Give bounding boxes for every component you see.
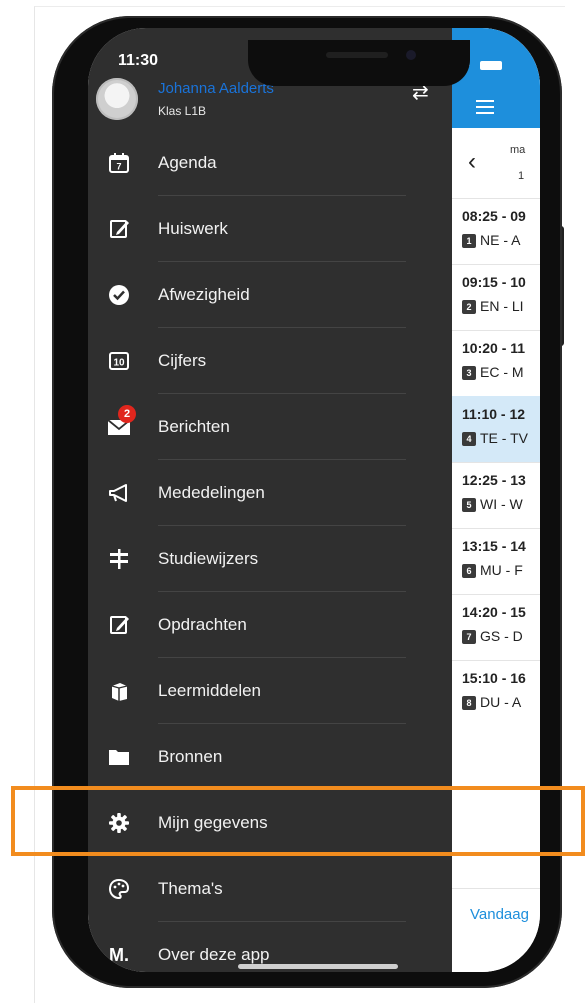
grades-icon: 10 <box>106 348 132 374</box>
folder-icon <box>106 744 132 770</box>
lesson-subject: WI - W <box>480 496 523 512</box>
menu-item-label: Mededelingen <box>158 483 265 502</box>
lesson-time: 14:20 - 15 <box>462 604 526 620</box>
lesson-subject: NE - A <box>480 232 521 248</box>
svg-text:10: 10 <box>113 358 125 369</box>
menu-item-afwezigheid[interactable]: Afwezigheid <box>88 262 452 328</box>
menu-item-label: Afwezigheid <box>158 285 250 304</box>
lesson-time: 15:10 - 16 <box>462 670 526 686</box>
menu-item-themas[interactable]: Thema's <box>88 856 452 922</box>
lesson-hour-badge: 2 <box>462 300 476 314</box>
lesson-hour-badge: 6 <box>462 564 476 578</box>
lesson-subject: EC - M <box>480 364 524 380</box>
calendar-icon: 7 <box>106 150 132 176</box>
lesson-hour-badge: 7 <box>462 630 476 644</box>
lesson-slot[interactable]: 12:25 - 13 5 WI - W <box>452 462 540 529</box>
lesson-slot[interactable]: 14:20 - 15 7 GS - D <box>452 594 540 661</box>
check-circle-icon <box>106 282 132 308</box>
phone-notch <box>248 40 470 86</box>
lesson-time: 11:10 - 12 <box>462 406 526 422</box>
menu-item-label: Leermiddelen <box>158 681 262 700</box>
menu-item-label: Berichten <box>158 417 230 436</box>
lesson-slot[interactable]: 09:15 - 10 2 EN - LI <box>452 264 540 331</box>
menu-item-agenda[interactable]: 7 Agenda <box>88 130 452 196</box>
unread-badge: 2 <box>118 405 136 423</box>
signpost-icon <box>106 546 132 572</box>
svg-text:7: 7 <box>116 162 121 172</box>
menu-item-label: Cijfers <box>158 351 207 370</box>
lesson-slot[interactable]: 08:25 - 09 1 NE - A <box>452 198 540 265</box>
lesson-subject: DU - A <box>480 694 522 710</box>
lesson-hour-badge: 3 <box>462 366 476 380</box>
user-class: Klas L1B <box>158 104 207 118</box>
edit-icon <box>106 612 132 638</box>
megaphone-icon <box>106 480 132 506</box>
lesson-time: 09:15 - 10 <box>462 274 526 290</box>
menu-item-berichten[interactable]: 2 Berichten <box>88 394 452 460</box>
lesson-subject: TE - TV <box>480 430 528 446</box>
lesson-subject: EN - LI <box>480 298 524 314</box>
magister-logo-icon: M. <box>109 944 129 965</box>
menu-item-bronnen[interactable]: Bronnen <box>88 724 452 790</box>
today-button[interactable]: Vandaag <box>470 906 529 923</box>
chevron-left-icon[interactable]: ‹ <box>468 148 476 176</box>
mail-icon: 2 <box>106 405 136 440</box>
lesson-time: 12:25 - 13 <box>462 472 526 488</box>
menu-item-label: Opdrachten <box>158 615 247 634</box>
menu-item-mededelingen[interactable]: Mededelingen <box>88 460 452 526</box>
lesson-hour-badge: 1 <box>462 234 476 248</box>
lesson-time: 13:15 - 14 <box>462 538 526 554</box>
menu-item-studiewijzers[interactable]: Studiewijzers <box>88 526 452 592</box>
menu-item-label: Thema's <box>158 879 223 898</box>
lesson-slot-current[interactable]: 11:10 - 12 4 TE - TV <box>452 396 540 463</box>
lesson-hour-badge: 8 <box>462 696 476 710</box>
palette-icon <box>106 876 132 902</box>
lesson-subject: MU - F <box>480 562 523 578</box>
user-name[interactable]: Johanna Aalderts <box>158 80 274 97</box>
lesson-slot[interactable]: 10:20 - 11 3 EC - M <box>452 330 540 397</box>
menu-item-label: Studiewijzers <box>158 549 259 568</box>
status-time: 11:30 <box>118 52 159 69</box>
home-indicator <box>238 964 398 969</box>
menu-item-label: Huiswerk <box>158 219 228 238</box>
menu-item-label: Over deze app <box>158 945 270 964</box>
weekday-label: ma <box>510 144 526 156</box>
menu-item-leermiddelen[interactable]: Leermiddelen <box>88 658 452 724</box>
menu-item-label: Bronnen <box>158 747 223 766</box>
date-navigation: ‹ ma 1 <box>452 128 540 199</box>
lesson-hour-badge: 4 <box>462 432 476 446</box>
menu-item-opdrachten[interactable]: Opdrachten <box>88 592 452 658</box>
avatar[interactable] <box>96 78 138 120</box>
menu-item-label: Agenda <box>158 153 217 172</box>
menu-item-cijfers[interactable]: 10 Cijfers <box>88 328 452 394</box>
edit-icon <box>106 216 132 242</box>
footer-divider <box>452 888 540 889</box>
lesson-slot[interactable]: 15:10 - 16 8 DU - A <box>452 660 540 726</box>
lesson-slot[interactable]: 13:15 - 14 6 MU - F <box>452 528 540 595</box>
menu-item-huiswerk[interactable]: Huiswerk <box>88 196 452 262</box>
lesson-time: 08:25 - 09 <box>462 208 526 224</box>
books-icon <box>106 678 132 704</box>
date-label[interactable]: 1 <box>518 170 524 182</box>
lesson-hour-badge: 5 <box>462 498 476 512</box>
menu-icon[interactable] <box>476 100 494 118</box>
lesson-subject: GS - D <box>480 628 523 644</box>
highlight-annotation <box>11 786 585 856</box>
lesson-time: 10:20 - 11 <box>462 340 526 356</box>
